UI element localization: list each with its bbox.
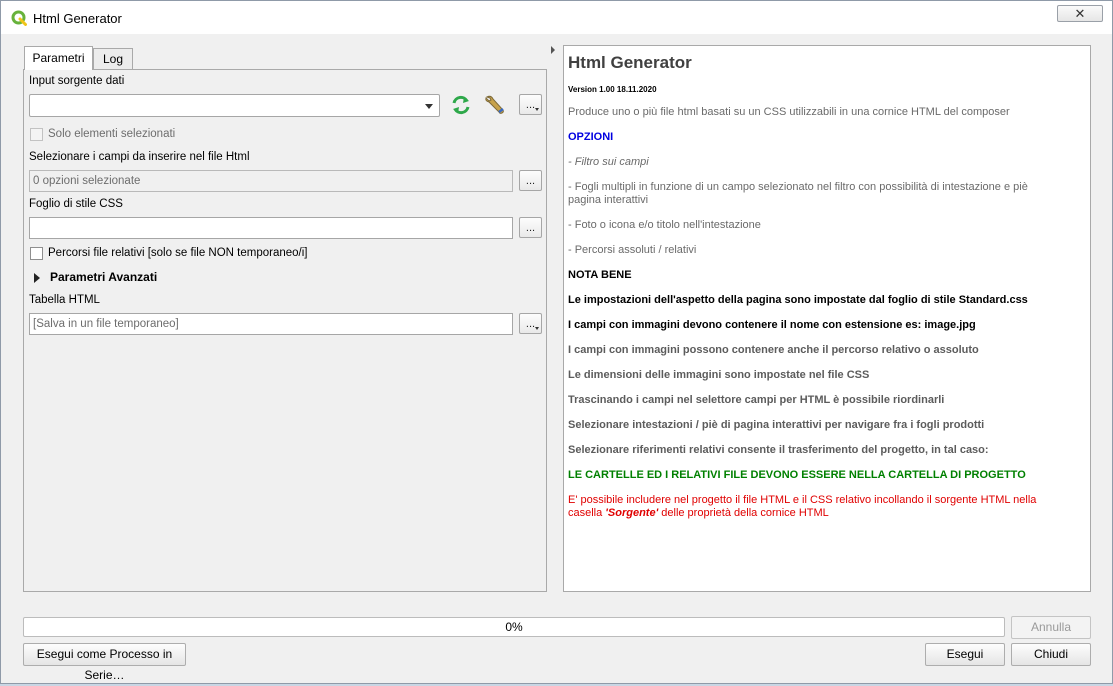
window-title: Html Generator — [33, 11, 122, 26]
only-selected-checkbox[interactable] — [30, 128, 43, 141]
close-window-button[interactable]: ✕ — [1057, 5, 1103, 22]
caret-down-icon — [535, 327, 539, 330]
dialog-window: Html Generator ✕ Parametri Log Input sor… — [0, 0, 1113, 684]
css-file-input[interactable] — [29, 217, 513, 239]
tab-parametri[interactable]: Parametri — [24, 46, 93, 70]
ellipsis-label: ... — [525, 99, 536, 111]
css-browse-button[interactable]: ... — [519, 217, 542, 238]
input-source-label: Input sorgente dati — [29, 75, 125, 87]
input-source-browse-button[interactable]: ... — [519, 94, 542, 115]
help-note-4: Le dimensioni delle immagini sono impost… — [568, 369, 870, 381]
relative-paths-checkbox[interactable] — [30, 247, 43, 260]
ellipsis-label: ... — [525, 222, 536, 234]
triangle-right-icon[interactable] — [34, 273, 40, 283]
help-intro: Produce uno o più file html basati su un… — [568, 106, 1010, 118]
qgis-logo-icon — [11, 10, 27, 26]
ellipsis-label: ... — [525, 175, 536, 187]
cancel-button[interactable]: Annulla — [1011, 616, 1091, 639]
close-icon: ✕ — [1074, 6, 1086, 21]
parameters-panel: Input sorgente dati ... Solo elementi se… — [23, 69, 547, 592]
progress-label: 0% — [505, 620, 523, 634]
help-options-heading: OPZIONI — [568, 131, 614, 143]
run-as-batch-button[interactable]: Esegui come Processo in Serie… — [23, 643, 186, 682]
refresh-icon[interactable] — [448, 93, 474, 117]
advanced-params-toggle[interactable]: Parametri Avanzati — [50, 270, 157, 284]
help-note-1: Le impostazioni dell'aspetto della pagin… — [568, 294, 1028, 306]
tab-log[interactable]: Log — [93, 48, 133, 69]
help-red-line-2: casella 'Sorgente' delle proprietà della… — [568, 507, 1083, 520]
help-version: Version 1.00 18.11.2020 — [568, 85, 657, 94]
html-table-output-input[interactable]: [Salva in un file temporaneo] — [29, 313, 513, 335]
html-table-browse-button[interactable]: ... — [519, 313, 542, 334]
html-table-label: Tabella HTML — [29, 294, 100, 306]
help-option-3: - Foto o icona e/o titolo nell'intestazi… — [568, 219, 761, 231]
relative-paths-label: Percorsi file relativi [solo se file NON… — [48, 247, 308, 259]
help-red-line-1: E' possibile includere nel progetto il f… — [568, 494, 1037, 506]
help-note-6: Selezionare intestazioni / piè di pagina… — [568, 419, 985, 431]
help-option-1: - Filtro sui campi — [568, 156, 649, 168]
help-note-3: I campi con immagini possono contenere a… — [568, 344, 979, 356]
only-selected-label: Solo elementi selezionati — [48, 128, 176, 140]
css-label: Foglio di stile CSS — [29, 198, 123, 210]
help-warning: LE CARTELLE ED I RELATIVI FILE DEVONO ES… — [568, 469, 1026, 481]
splitter-collapse-icon[interactable] — [551, 46, 555, 54]
help-note-7: Selezionare riferimenti relativi consent… — [568, 444, 989, 456]
help-note-5: Trascinando i campi nel selettore campi … — [568, 394, 945, 406]
help-note-heading: NOTA BENE — [568, 269, 632, 281]
help-red-line-2a: casella — [568, 507, 606, 519]
help-option-2: - Fogli multipli in funzione di un campo… — [568, 181, 1028, 206]
title-bar: Html Generator ✕ — [1, 1, 1112, 34]
fields-browse-button[interactable]: ... — [519, 170, 542, 191]
close-button[interactable]: Chiudi — [1011, 643, 1091, 666]
help-red-sorgente: 'Sorgente' — [605, 507, 659, 519]
help-title: Html Generator — [568, 53, 692, 72]
progress-bar: 0% — [23, 617, 1005, 637]
help-option-4: - Percorsi assoluti / relativi — [568, 244, 697, 256]
help-panel: Html Generator Version 1.00 18.11.2020 P… — [563, 45, 1091, 592]
wrench-icon[interactable] — [482, 93, 508, 117]
caret-down-icon — [535, 108, 539, 111]
fields-select-input[interactable]: 0 opzioni selezionate — [29, 170, 513, 192]
help-red-line-2c: delle proprietà della cornice HTML — [658, 507, 829, 519]
fields-label: Selezionare i campi da inserire nel file… — [29, 151, 250, 163]
input-source-combo[interactable] — [29, 94, 440, 117]
chevron-down-icon — [425, 104, 433, 109]
run-button[interactable]: Esegui — [925, 643, 1005, 666]
help-note-2: I campi con immagini devono contenere il… — [568, 319, 976, 331]
ellipsis-label: ... — [525, 318, 536, 330]
